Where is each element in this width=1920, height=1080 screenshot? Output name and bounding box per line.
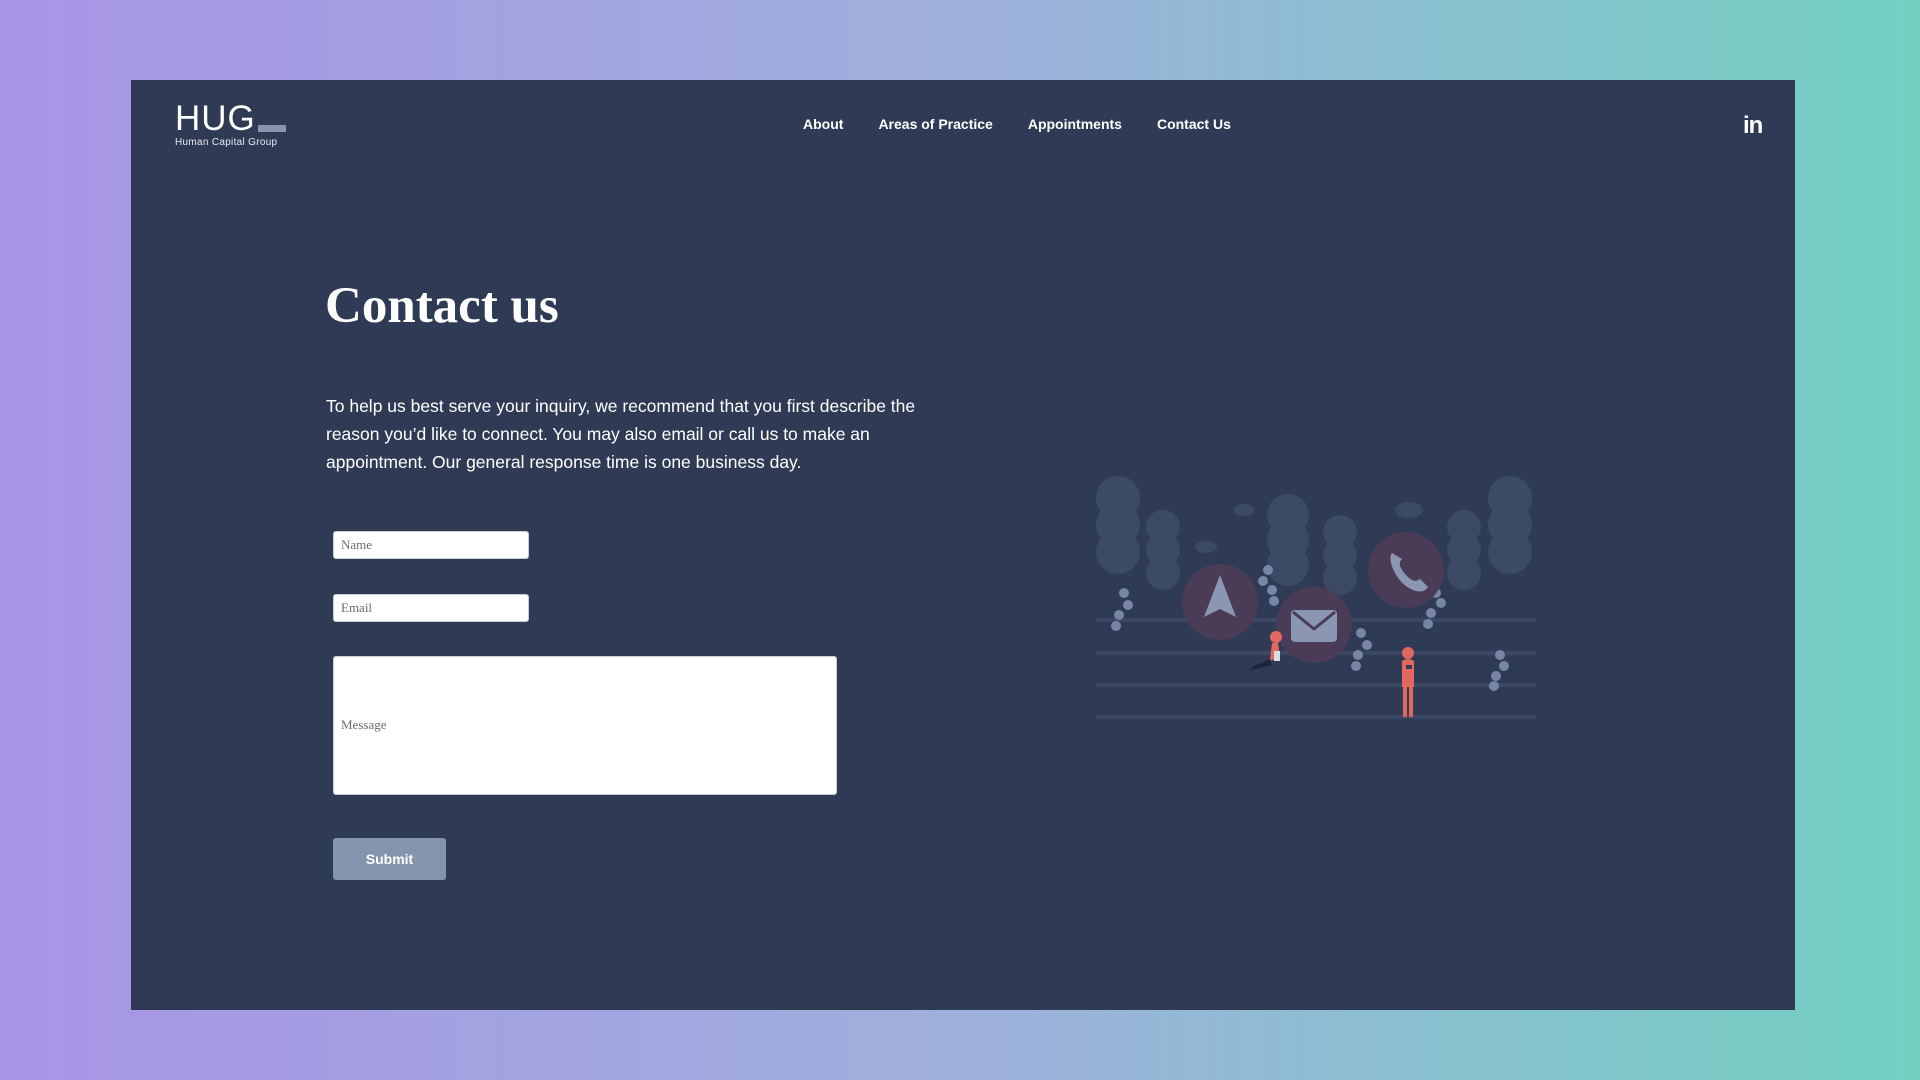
logo-bar bbox=[257, 125, 286, 132]
nav-contact-us[interactable]: Contact Us bbox=[1157, 116, 1231, 132]
nav-about[interactable]: About bbox=[803, 116, 843, 132]
person-sitting-figure bbox=[1250, 631, 1282, 670]
nav-areas-of-practice[interactable]: Areas of Practice bbox=[878, 116, 992, 132]
person-standing-figure bbox=[1402, 647, 1414, 717]
logo-mark: HUG bbox=[175, 99, 286, 138]
nav-appointments[interactable]: Appointments bbox=[1028, 116, 1122, 132]
email-input[interactable] bbox=[333, 594, 529, 622]
page-description: To help us best serve your inquiry, we r… bbox=[326, 396, 916, 472]
main-nav: About Areas of Practice Appointments Con… bbox=[803, 116, 1231, 132]
message-textarea[interactable] bbox=[333, 656, 837, 795]
submit-button[interactable]: Submit bbox=[333, 838, 446, 880]
logo[interactable]: HUG Human Capital Group bbox=[175, 99, 286, 148]
name-input[interactable] bbox=[333, 531, 529, 559]
navigation-icon bbox=[1182, 564, 1258, 640]
website-frame: HUG Human Capital Group About Areas of P… bbox=[131, 80, 1795, 1010]
contact-illustration bbox=[1096, 476, 1536, 719]
page-title: Contact us bbox=[325, 278, 559, 334]
linkedin-icon[interactable]: in bbox=[1743, 112, 1763, 140]
logo-subtitle: Human Capital Group bbox=[175, 137, 278, 148]
logo-text: HUG bbox=[175, 99, 256, 138]
mail-icon bbox=[1276, 587, 1352, 663]
phone-icon bbox=[1368, 532, 1444, 608]
